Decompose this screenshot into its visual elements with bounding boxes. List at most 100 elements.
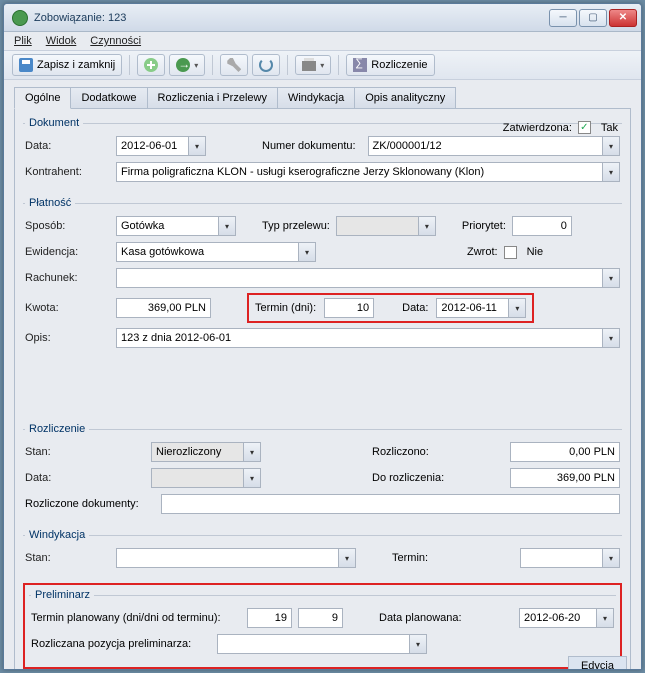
chevron-down-icon[interactable]: ▾: [298, 243, 315, 261]
wind-termin-label: Termin:: [392, 552, 428, 564]
tab-opis[interactable]: Opis analityczny: [354, 87, 456, 109]
chevron-down-icon[interactable]: ▾: [602, 269, 619, 287]
menu-czynnosci[interactable]: Czynności: [90, 35, 141, 47]
rozliczenie-button[interactable]: Rozliczenie: [346, 54, 434, 76]
termin-dni-field[interactable]: [247, 608, 292, 628]
tools-icon: [227, 58, 241, 72]
tabs: Ogólne Dodatkowe Rozliczenia i Przelewy …: [14, 86, 631, 108]
rozliczenie-group: Rozliczenie Stan: Nierozliczony▾ Rozlicz…: [23, 423, 622, 523]
windykacja-group: Windykacja Stan: ▾ Termin: ▾: [23, 529, 622, 577]
numer-field[interactable]: ZK/000001/12▾: [368, 136, 620, 156]
typ-field[interactable]: ▾: [336, 216, 436, 236]
save-close-button[interactable]: Zapisz i zamknij: [12, 54, 122, 76]
chevron-down-icon[interactable]: ▾: [188, 137, 205, 155]
dokument-legend: Dokument: [25, 117, 83, 129]
status-bar: Edycja: [568, 656, 627, 670]
termin-field[interactable]: [324, 298, 374, 318]
chevron-down-icon[interactable]: ▾: [602, 329, 619, 347]
rozl-data-field[interactable]: ▾: [151, 468, 261, 488]
minimize-button[interactable]: ─: [549, 9, 577, 27]
chevron-down-icon[interactable]: ▾: [602, 163, 619, 181]
rozliczono-label: Rozliczono:: [372, 446, 429, 458]
rozliczono-field[interactable]: [510, 442, 620, 462]
chevron-down-icon[interactable]: ▾: [338, 549, 355, 567]
next-button[interactable]: ▾: [169, 54, 205, 76]
rozl-dok-label: Rozliczone dokumenty:: [25, 498, 155, 510]
tab-ogolne[interactable]: Ogólne: [14, 87, 71, 109]
wind-stan-label: Stan:: [25, 552, 110, 564]
chevron-down-icon[interactable]: ▾: [243, 443, 260, 461]
rachunek-field[interactable]: ▾: [116, 268, 620, 288]
termin-od-field[interactable]: [298, 608, 343, 628]
chevron-down-icon[interactable]: ▾: [418, 217, 435, 235]
kontrahent-field[interactable]: Firma poligraficzna KLON - usługi kserog…: [116, 162, 620, 182]
chevron-down-icon[interactable]: ▾: [243, 469, 260, 487]
ewidencja-label: Ewidencja:: [25, 246, 110, 258]
platnosc-legend: Płatność: [25, 197, 75, 209]
tab-dodatkowe[interactable]: Dodatkowe: [70, 87, 147, 109]
opis-field[interactable]: 123 z dnia 2012-06-01▾: [116, 328, 620, 348]
chevron-down-icon[interactable]: ▾: [602, 137, 619, 155]
chevron-down-icon[interactable]: ▾: [409, 635, 426, 653]
pozycja-label: Rozliczana pozycja preliminarza:: [31, 638, 211, 650]
app-icon: [12, 10, 28, 26]
chevron-down-icon[interactable]: ▾: [218, 217, 235, 235]
ewidencja-field[interactable]: Kasa gotówkowa▾: [116, 242, 316, 262]
print-button[interactable]: ▾: [295, 55, 331, 75]
menu-widok[interactable]: Widok: [46, 35, 77, 47]
zatwierdzona-checkbox[interactable]: ✓: [578, 121, 591, 134]
save-icon: [19, 58, 33, 72]
platnosc-group: Płatność Sposób: Gotówka▾ Typ przelewu: …: [23, 197, 622, 357]
pozycja-field[interactable]: ▾: [217, 634, 427, 654]
opis-label: Opis:: [25, 332, 110, 344]
titlebar: Zobowiązanie: 123 ─ ▢ ✕: [4, 4, 641, 32]
preliminarz-group: Preliminarz Termin planowany (dni/dni od…: [29, 589, 616, 663]
priorytet-label: Priorytet:: [462, 220, 506, 232]
windykacja-legend: Windykacja: [25, 529, 89, 541]
new-button[interactable]: [137, 54, 165, 76]
rozliczenie-label: Rozliczenie: [371, 59, 427, 71]
priorytet-field[interactable]: [512, 216, 572, 236]
chevron-down-icon[interactable]: ▾: [508, 299, 525, 317]
data-plan-field[interactable]: 2012-06-20▾: [519, 608, 614, 628]
rozl-data-label: Data:: [25, 472, 145, 484]
preliminarz-legend: Preliminarz: [31, 589, 94, 601]
do-rozl-label: Do rozliczenia:: [372, 472, 444, 484]
platnosc-data-label: Data:: [402, 302, 428, 314]
print-icon: [302, 61, 316, 71]
maximize-button[interactable]: ▢: [579, 9, 607, 27]
numer-label: Numer dokumentu:: [262, 140, 356, 152]
zwrot-nie: Nie: [527, 246, 544, 258]
save-label: Zapisz i zamknij: [37, 59, 115, 71]
rozl-dok-field[interactable]: [161, 494, 620, 514]
tab-rozliczenia[interactable]: Rozliczenia i Przelewy: [147, 87, 278, 109]
tab-windykacja[interactable]: Windykacja: [277, 87, 355, 109]
kontrahent-label: Kontrahent:: [25, 166, 110, 178]
calc-icon: [353, 58, 367, 72]
arrow-right-icon: [176, 58, 190, 72]
menu-plik[interactable]: Plik: [14, 35, 32, 47]
zwrot-checkbox[interactable]: ✓: [504, 246, 517, 259]
data-plan-label: Data planowana:: [379, 612, 462, 624]
do-rozl-field[interactable]: [510, 468, 620, 488]
zwrot-label: Zwrot:: [467, 246, 498, 258]
platnosc-data-field[interactable]: 2012-06-11▾: [436, 298, 526, 318]
kwota-field[interactable]: [116, 298, 211, 318]
wind-stan-field[interactable]: ▾: [116, 548, 356, 568]
sposob-label: Sposób:: [25, 220, 110, 232]
window-title: Zobowiązanie: 123: [34, 12, 549, 24]
kwota-label: Kwota:: [25, 302, 110, 314]
termin-plan-label: Termin planowany (dni/dni od terminu):: [31, 612, 241, 624]
sposob-field[interactable]: Gotówka▾: [116, 216, 236, 236]
wind-termin-field[interactable]: ▾: [520, 548, 620, 568]
data-field[interactable]: 2012-06-01▾: [116, 136, 206, 156]
stan-field[interactable]: Nierozliczony▾: [151, 442, 261, 462]
rachunek-label: Rachunek:: [25, 272, 110, 284]
close-button[interactable]: ✕: [609, 9, 637, 27]
tools-button[interactable]: [220, 54, 248, 76]
termin-label: Termin (dni):: [255, 302, 316, 314]
refresh-button[interactable]: [252, 54, 280, 76]
chevron-down-icon[interactable]: ▾: [596, 609, 613, 627]
chevron-down-icon[interactable]: ▾: [602, 549, 619, 567]
zatwierdzona-label: Zatwierdzona:: [503, 122, 572, 134]
